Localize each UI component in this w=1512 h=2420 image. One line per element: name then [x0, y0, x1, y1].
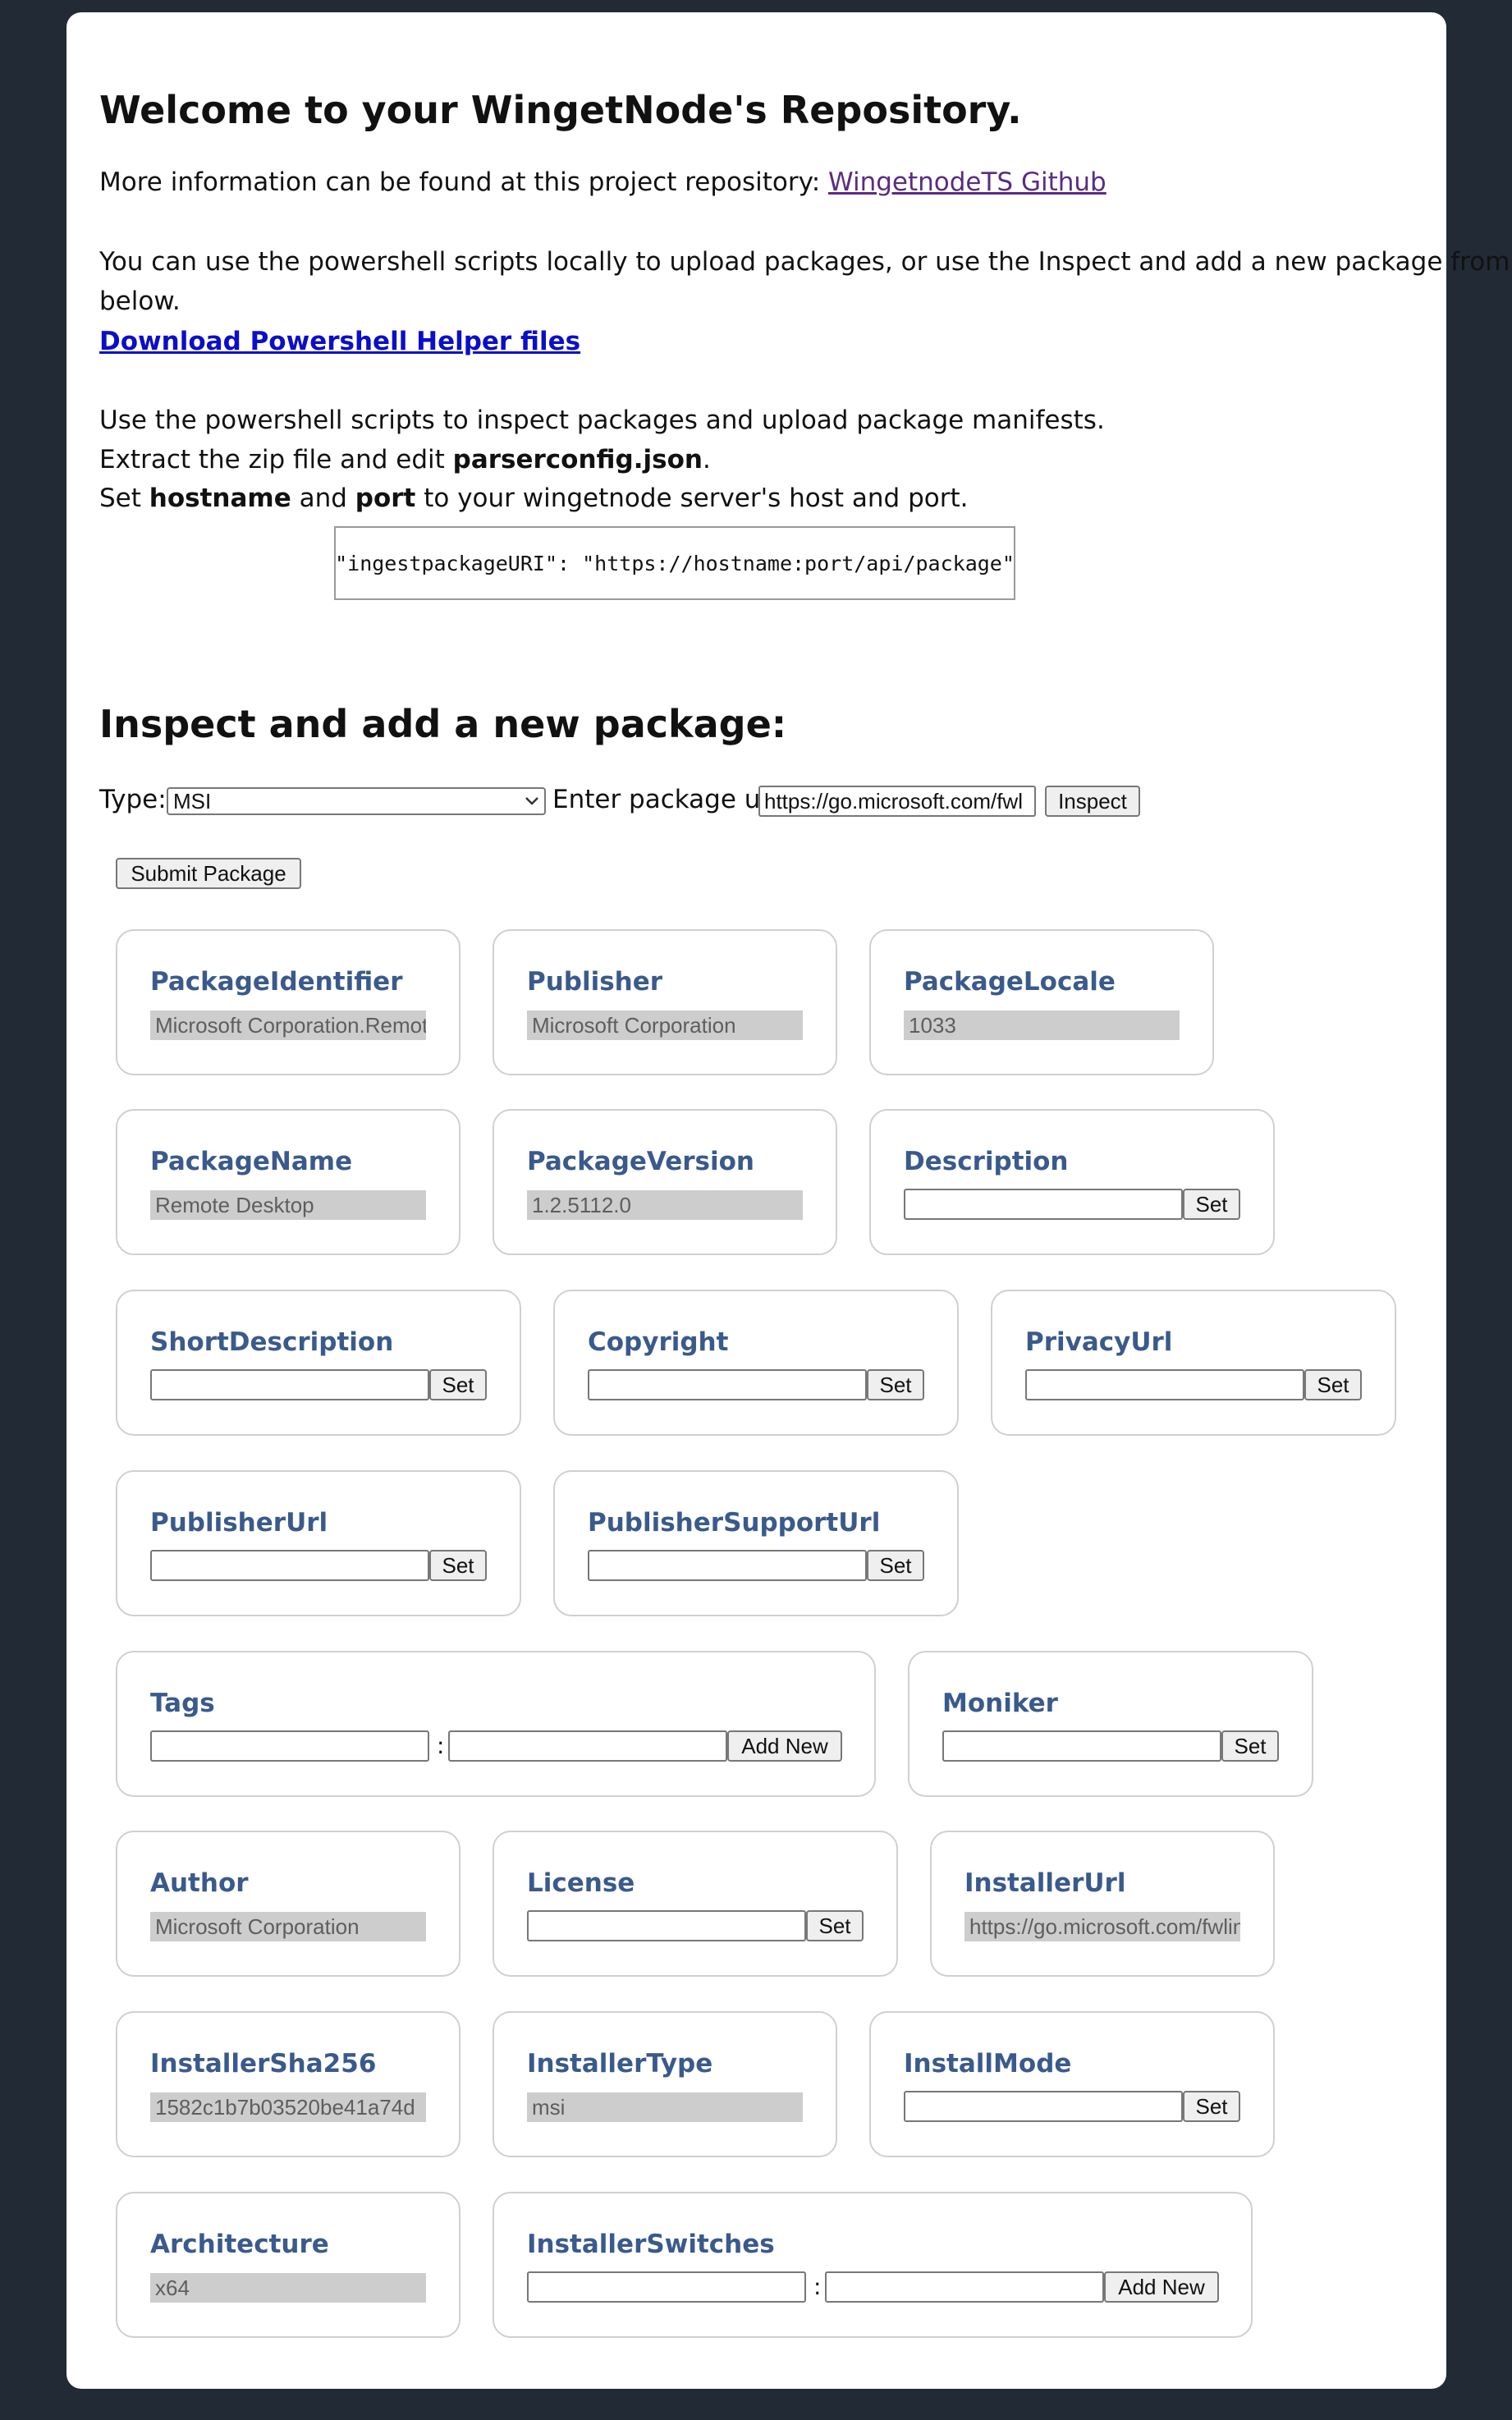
author-value: Microsoft Corporation — [150, 1912, 426, 1941]
field-publisher: Publisher Microsoft Corporation — [493, 929, 837, 1075]
install-mode-set-button[interactable]: Set — [1183, 2091, 1240, 2122]
chevron-down-icon — [525, 797, 538, 805]
main-panel: Welcome to your WingetNode's Repository.… — [66, 12, 1510, 2389]
field-installer-sha256: InstallerSha256 1582c1b7b03520be41a74d — [116, 2011, 460, 2157]
field-copyright: Copyright Set — [553, 1290, 959, 1436]
field-installer-type: InstallerType msi — [493, 2011, 837, 2157]
usage-line-2: below. — [99, 286, 181, 316]
field-package-name: PackageName Remote Desktop — [116, 1109, 460, 1255]
config-code-block: "ingestpackageURI": "https://hostname:po… — [334, 526, 1015, 600]
field-package-identifier: PackageIdentifier Microsoft Corporation.… — [116, 929, 460, 1075]
publisher-support-url-input[interactable] — [588, 1550, 867, 1581]
field-install-mode: InstallMode Set — [869, 2011, 1275, 2157]
url-label: Enter package url: — [552, 785, 787, 814]
type-label: Type: — [99, 785, 167, 814]
installer-sha256-value: 1582c1b7b03520be41a74d — [150, 2092, 426, 2122]
install-mode-input[interactable] — [904, 2091, 1183, 2122]
moniker-input[interactable] — [942, 1730, 1221, 1762]
scripts-line: Use the powershell scripts to inspect pa… — [99, 406, 1105, 435]
copyright-set-button[interactable]: Set — [867, 1369, 924, 1400]
publisher-url-input[interactable] — [150, 1550, 429, 1581]
submit-package-button[interactable]: Submit Package — [116, 858, 301, 889]
inspect-button[interactable]: Inspect — [1045, 786, 1140, 817]
license-input[interactable] — [527, 1910, 806, 1941]
field-short-description: ShortDescription Set — [116, 1290, 521, 1436]
field-tags: Tags : Add New — [116, 1651, 876, 1797]
field-license: License Set — [493, 1831, 898, 1977]
tags-add-new-button[interactable]: Add New — [727, 1730, 842, 1762]
field-installer-url: InstallerUrl https://go.microsoft.com/fw… — [930, 1831, 1275, 1977]
architecture-value: x64 — [150, 2273, 426, 2303]
package-locale-value: 1033 — [904, 1011, 1180, 1040]
field-privacy-url: PrivacyUrl Set — [991, 1290, 1396, 1436]
installer-switches-add-new-button[interactable]: Add New — [1104, 2271, 1219, 2303]
tags-value-input[interactable] — [448, 1730, 727, 1762]
page-title: Welcome to your WingetNode's Repository. — [99, 88, 1022, 132]
license-set-button[interactable]: Set — [806, 1910, 864, 1941]
config-filename: parserconfig.json — [452, 445, 703, 474]
download-helper-link[interactable]: Download Powershell Helper files — [99, 327, 580, 356]
usage-line-1: You can use the powershell scripts local… — [99, 247, 1510, 277]
installer-switches-key-input[interactable] — [527, 2271, 806, 2303]
short-description-input[interactable] — [150, 1369, 429, 1400]
moniker-set-button[interactable]: Set — [1221, 1730, 1279, 1762]
download-line: Download Powershell Helper files — [99, 322, 580, 361]
description-input[interactable] — [904, 1189, 1183, 1220]
info-line: More information can be found at this pr… — [99, 167, 1107, 197]
type-select[interactable]: MSI — [167, 787, 546, 815]
short-description-set-button[interactable]: Set — [429, 1369, 487, 1400]
package-url-input[interactable]: https://go.microsoft.com/fwl — [758, 786, 1036, 817]
field-installer-switches: InstallerSwitches : Add New — [493, 2192, 1253, 2338]
github-link[interactable]: WingetnodeTS Github — [828, 167, 1107, 197]
tags-key-input[interactable] — [150, 1730, 429, 1762]
installer-switches-value-input[interactable] — [825, 2271, 1104, 2303]
inspect-section-title: Inspect and add a new package: — [99, 702, 787, 746]
field-package-locale: PackageLocale 1033 — [869, 929, 1214, 1075]
field-author: Author Microsoft Corporation — [116, 1831, 460, 1977]
package-name-value: Remote Desktop — [150, 1190, 426, 1220]
package-version-value: 1.2.5112.0 — [527, 1190, 803, 1220]
field-moniker: Moniker Set — [908, 1651, 1313, 1797]
installer-url-value: https://go.microsoft.com/fwlink/?linkid=… — [964, 1912, 1240, 1941]
description-set-button[interactable]: Set — [1183, 1189, 1240, 1220]
copyright-input[interactable] — [588, 1369, 867, 1400]
publisher-value: Microsoft Corporation — [527, 1011, 803, 1040]
set-line: Set hostname and port to your wingetnode… — [99, 484, 969, 513]
field-publisher-url: PublisherUrl Set — [116, 1470, 521, 1616]
package-identifier-value: Microsoft Corporation.Remote Desktop — [150, 1011, 426, 1040]
publisher-url-set-button[interactable]: Set — [429, 1550, 487, 1581]
field-package-version: PackageVersion 1.2.5112.0 — [493, 1109, 837, 1255]
publisher-support-url-set-button[interactable]: Set — [867, 1550, 924, 1581]
extract-line: Extract the zip file and edit parserconf… — [99, 445, 711, 474]
field-description: Description Set — [869, 1109, 1275, 1255]
privacy-url-input[interactable] — [1025, 1369, 1304, 1400]
field-architecture: Architecture x64 — [116, 2192, 460, 2338]
privacy-url-set-button[interactable]: Set — [1304, 1369, 1362, 1400]
installer-type-value: msi — [527, 2092, 803, 2122]
field-publisher-support-url: PublisherSupportUrl Set — [553, 1470, 959, 1616]
